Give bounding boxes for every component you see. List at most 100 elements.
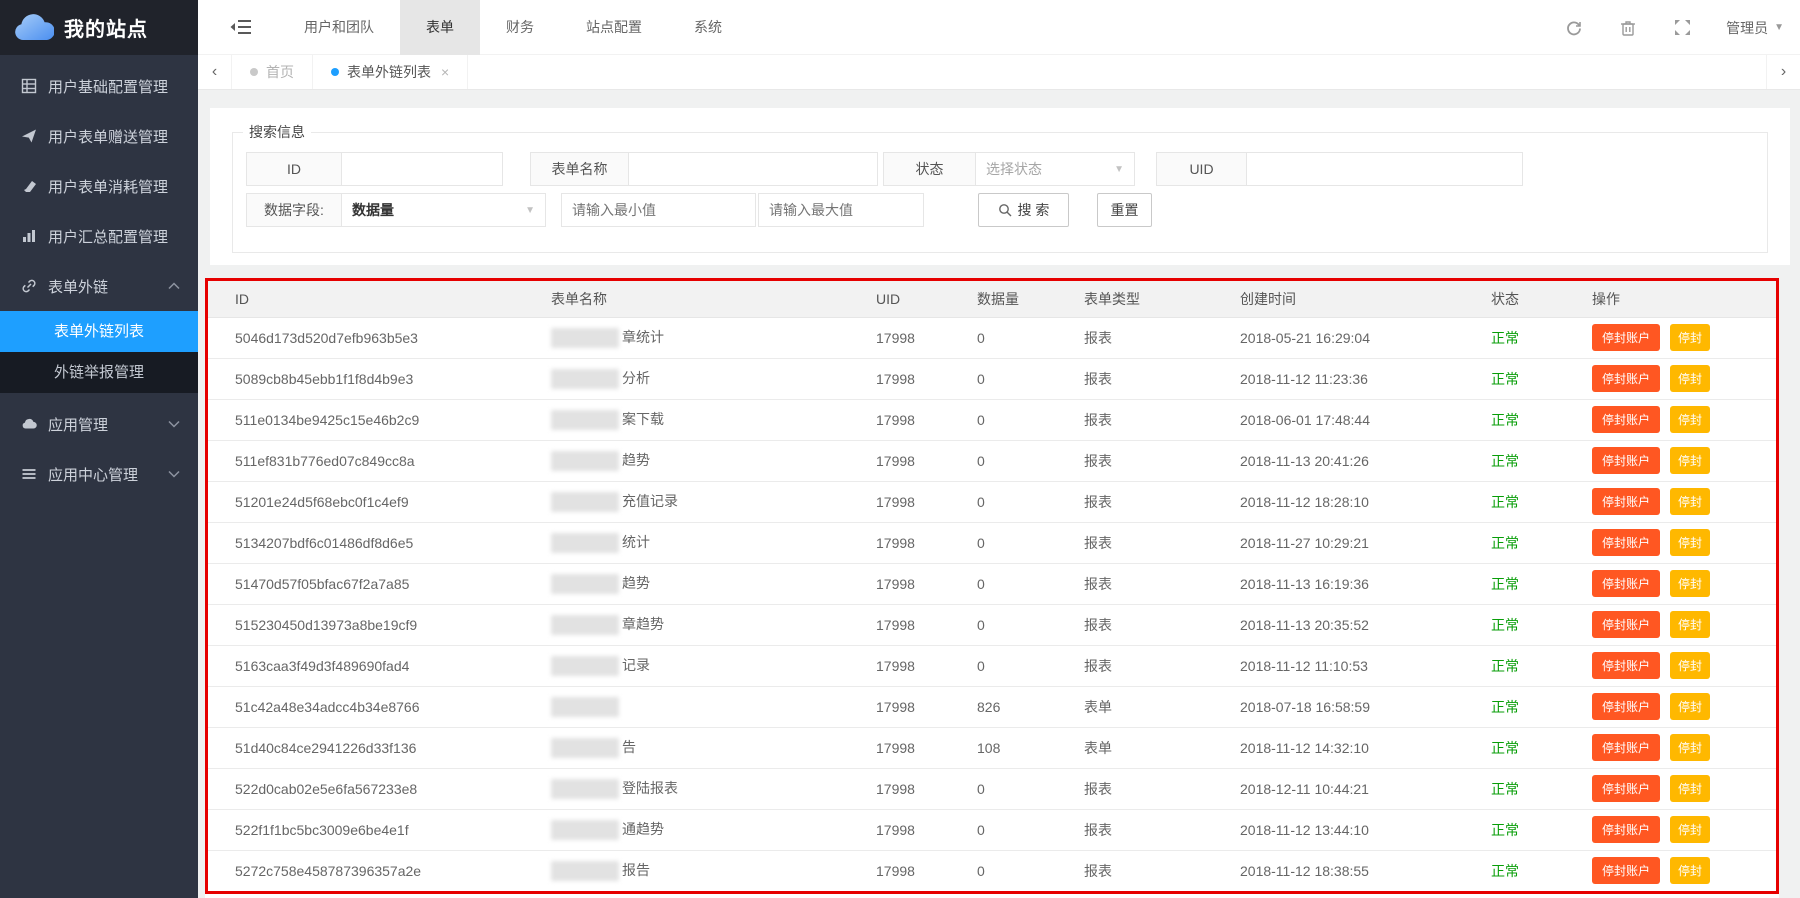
ban-button[interactable]: 停封 (1670, 611, 1710, 638)
max-value-input[interactable] (758, 193, 924, 227)
uid-field-group: UID (1156, 152, 1523, 186)
form-name-field-group: 表单名称 (530, 152, 878, 186)
cell-created: 2018-11-12 11:10:53 (1225, 645, 1476, 686)
ban-button[interactable]: 停封 (1670, 816, 1710, 843)
search-button[interactable]: 搜 索 (978, 193, 1069, 227)
ban-button[interactable]: 停封 (1670, 857, 1710, 884)
ban-account-button[interactable]: 停封账户 (1592, 365, 1660, 392)
form-name-input[interactable] (628, 152, 878, 186)
sidebar-item-form-link-list[interactable]: 表单外链列表 (0, 311, 198, 352)
header-actions: 操作 (1577, 281, 1776, 317)
uid-input[interactable] (1246, 152, 1523, 186)
ban-account-button[interactable]: 停封账户 (1592, 652, 1660, 679)
ban-button[interactable]: 停封 (1670, 693, 1710, 720)
cell-uid: 17998 (861, 768, 962, 809)
cell-actions: 停封账户停封 (1577, 563, 1776, 604)
cell-status: 正常 (1476, 358, 1577, 399)
ban-account-button[interactable]: 停封账户 (1592, 857, 1660, 884)
ban-button[interactable]: 停封 (1670, 447, 1710, 474)
reset-button[interactable]: 重置 (1097, 193, 1152, 227)
cell-volume: 0 (962, 481, 1069, 522)
list-icon (20, 465, 38, 483)
cell-id: 522d0cab02e5e6fa567233e8 (208, 768, 536, 809)
search-row-2: 数据字段: 数据量 ▼ 搜 索 (246, 193, 1767, 227)
ban-button[interactable]: 停封 (1670, 652, 1710, 679)
ban-account-button[interactable]: 停封账户 (1592, 734, 1660, 761)
ban-button[interactable]: 停封 (1670, 529, 1710, 556)
sidebar-item-label: 表单外链 (48, 276, 168, 297)
ban-account-button[interactable]: 停封账户 (1592, 447, 1660, 474)
min-value-input[interactable] (561, 193, 756, 227)
table-header-row: ID 表单名称 UID 数据量 表单类型 创建时间 状态 操作 (208, 281, 1776, 317)
cell-volume: 0 (962, 768, 1069, 809)
ban-button[interactable]: 停封 (1670, 488, 1710, 515)
ban-account-button[interactable]: 停封账户 (1592, 529, 1660, 556)
ban-button[interactable]: 停封 (1670, 570, 1710, 597)
cell-actions: 停封账户停封 (1577, 809, 1776, 850)
ban-button[interactable]: 停封 (1670, 324, 1710, 351)
sidebar-item-app-mgmt[interactable]: 应用管理 (0, 399, 198, 449)
tab-home[interactable]: 首页 (232, 55, 313, 89)
ban-button[interactable]: 停封 (1670, 734, 1710, 761)
brand[interactable]: 我的站点 (0, 0, 198, 55)
data-field-select[interactable]: 数据量 ▼ (341, 193, 546, 227)
top-menu-finance[interactable]: 财务 (480, 0, 560, 55)
ban-account-button[interactable]: 停封账户 (1592, 324, 1660, 351)
sidebar-item-form-link[interactable]: 表单外链 (0, 261, 198, 311)
cell-form-type: 报表 (1069, 809, 1225, 850)
ban-button[interactable]: 停封 (1670, 775, 1710, 802)
cell-uid: 17998 (861, 522, 962, 563)
ban-account-button[interactable]: 停封账户 (1592, 570, 1660, 597)
sidebar-collapse-icon[interactable] (230, 17, 252, 37)
cell-volume: 0 (962, 440, 1069, 481)
ban-account-button[interactable]: 停封账户 (1592, 775, 1660, 802)
ban-account-button[interactable]: 停封账户 (1592, 693, 1660, 720)
ban-account-button[interactable]: 停封账户 (1592, 816, 1660, 843)
cell-created: 2018-06-01 17:48:44 (1225, 399, 1476, 440)
sidebar-subitem-label: 表单外链列表 (54, 323, 144, 340)
cell-form-type: 报表 (1069, 768, 1225, 809)
ban-button[interactable]: 停封 (1670, 365, 1710, 392)
tabs-scroll-right-icon[interactable]: › (1766, 55, 1800, 89)
ban-account-button[interactable]: 停封账户 (1592, 406, 1660, 433)
header-id: ID (208, 281, 536, 317)
cell-volume: 0 (962, 317, 1069, 358)
cell-form-type: 报表 (1069, 317, 1225, 358)
tab-form-link-list[interactable]: 表单外链列表 × (313, 55, 468, 89)
cell-volume: 0 (962, 604, 1069, 645)
sidebar-item-link-report-mgmt[interactable]: 外链举报管理 (0, 352, 198, 393)
ban-button[interactable]: 停封 (1670, 406, 1710, 433)
refresh-icon[interactable] (1564, 18, 1584, 38)
tab-close-icon[interactable]: × (441, 64, 449, 80)
top-menu-system[interactable]: 系统 (668, 0, 748, 55)
ban-account-button[interactable]: 停封账户 (1592, 611, 1660, 638)
cell-uid: 17998 (861, 440, 962, 481)
cell-form-type: 报表 (1069, 563, 1225, 604)
cell-uid: 17998 (861, 563, 962, 604)
sidebar-item-form-consume[interactable]: 用户表单消耗管理 (0, 161, 198, 211)
id-input[interactable] (341, 152, 503, 186)
tab-dot-icon (250, 68, 258, 76)
table-row: 51d40c84ce2941226d33f136 告 17998 108 表单 … (208, 727, 1776, 768)
sidebar-item-form-gift[interactable]: 用户表单赠送管理 (0, 111, 198, 161)
cell-created: 2018-11-12 18:38:55 (1225, 850, 1476, 891)
top-menu-forms[interactable]: 表单 (400, 0, 480, 55)
trash-icon[interactable] (1618, 18, 1638, 38)
status-select[interactable]: 选择状态 ▼ (975, 152, 1135, 186)
sidebar-item-user-basic-config[interactable]: 用户基础配置管理 (0, 61, 198, 111)
tabs-scroll-left-icon[interactable]: ‹ (198, 55, 232, 89)
cell-form-name: 登陆报表 (536, 768, 861, 809)
id-field-group: ID (246, 152, 503, 186)
sidebar-item-app-center-mgmt[interactable]: 应用中心管理 (0, 449, 198, 499)
table-row: 5089cb8b45ebb1f1f8d4b9e3 分析 17998 0 报表 2… (208, 358, 1776, 399)
cell-form-type: 报表 (1069, 850, 1225, 891)
ban-account-button[interactable]: 停封账户 (1592, 488, 1660, 515)
sidebar-item-user-summary[interactable]: 用户汇总配置管理 (0, 211, 198, 261)
top-menu-users-teams[interactable]: 用户和团队 (278, 0, 400, 55)
fullscreen-icon[interactable] (1672, 18, 1692, 38)
cell-uid: 17998 (861, 481, 962, 522)
send-icon (20, 127, 38, 145)
top-menu-site-config[interactable]: 站点配置 (560, 0, 668, 55)
id-label: ID (246, 152, 341, 186)
admin-user-menu[interactable]: 管理员 ▼ (1726, 18, 1784, 38)
